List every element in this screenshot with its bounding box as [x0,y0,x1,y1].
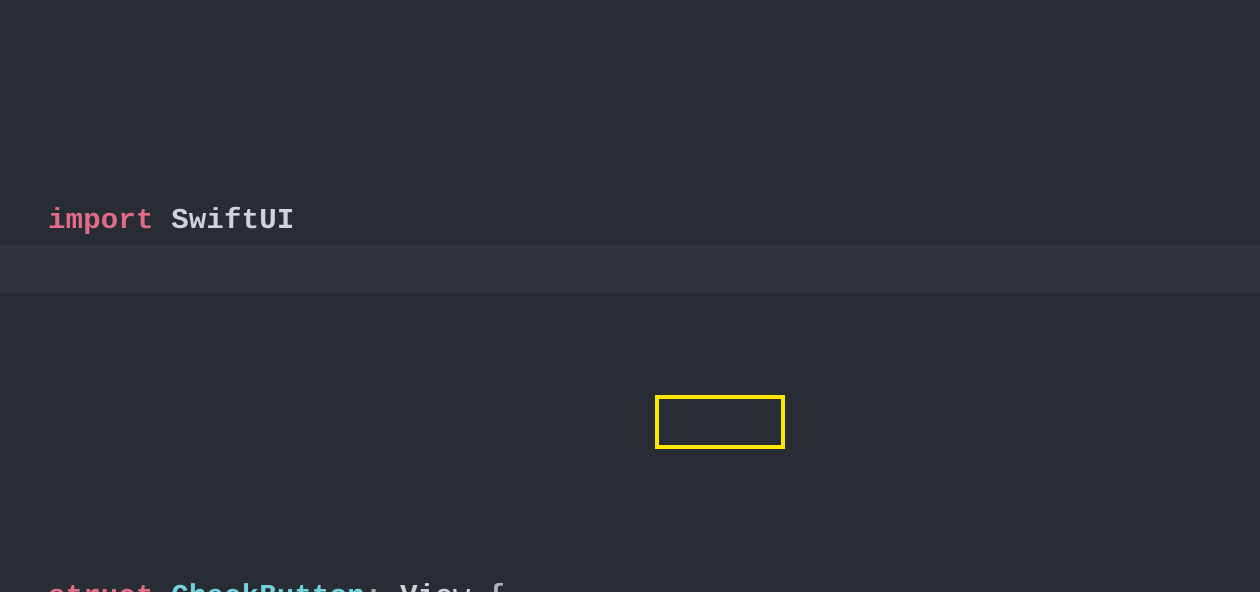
code-line-2[interactable] [0,386,1260,433]
code-line-1[interactable]: import SwiftUI [0,198,1260,245]
module-swiftui: SwiftUI [154,204,295,237]
type-view: View [400,580,470,592]
keyword-import: import [48,204,154,237]
brace-open: { [471,580,506,592]
cursor-line-highlight [0,245,1260,293]
code-line-3[interactable]: struct CheckButton: View { [0,574,1260,592]
keyword-struct: struct [48,580,154,592]
code-editor[interactable]: import SwiftUI struct CheckButton: View … [0,0,1260,592]
type-checkbutton: CheckButton [154,580,365,592]
colon: : [365,580,400,592]
